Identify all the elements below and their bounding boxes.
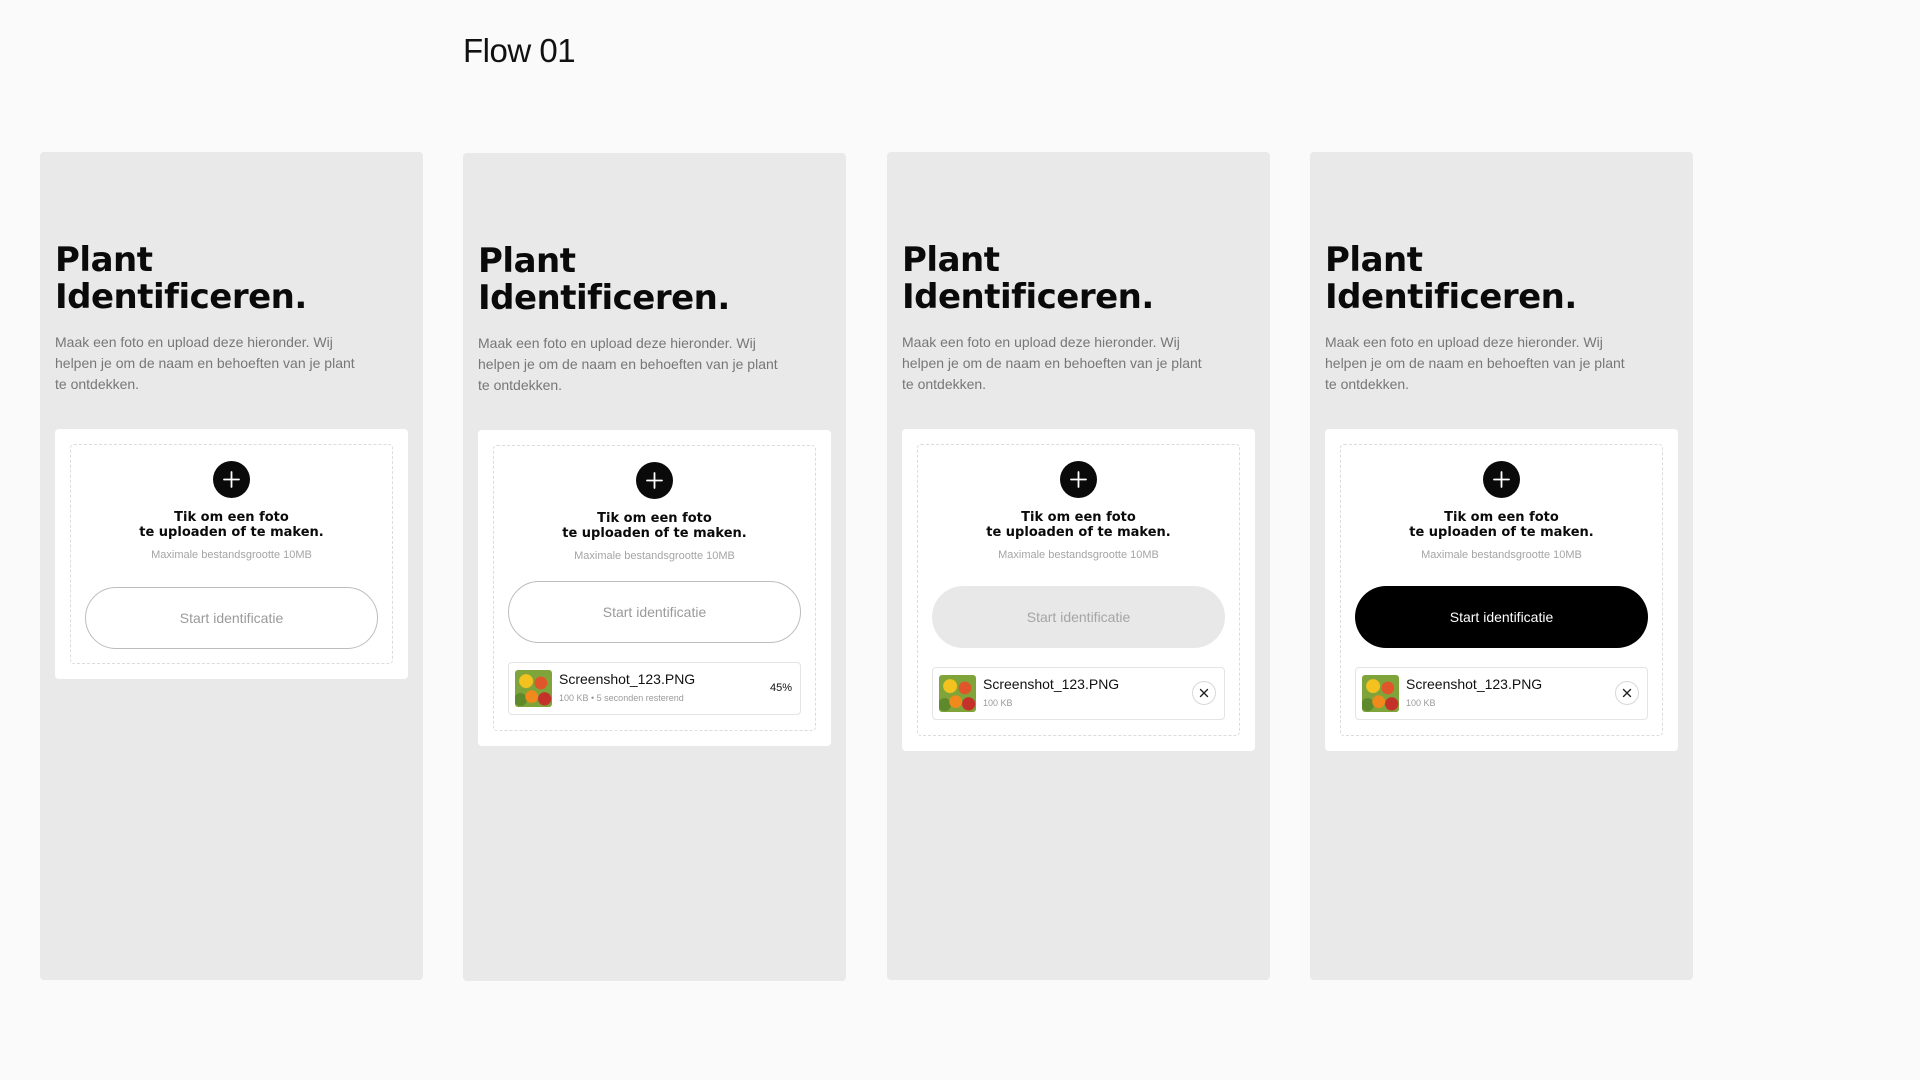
add-photo-button[interactable] [1060, 461, 1097, 498]
add-photo-button[interactable] [213, 461, 250, 498]
start-identification-button[interactable]: Start identificatie [932, 586, 1225, 648]
flow-title: Flow 01 [463, 32, 576, 69]
page-description: Maak een foto en upload deze hieronder. … [1325, 334, 1625, 392]
upload-dropzone[interactable]: Tik om een foto te uploaden of te maken.… [917, 444, 1240, 736]
remove-file-button[interactable] [1615, 681, 1639, 705]
title-line-2: Identificeren. [1325, 277, 1577, 317]
phone-screen-2: Plant Identificeren. Maak een foto en up… [463, 153, 846, 981]
max-file-size-hint: Maximale bestandsgrootte 10MB [151, 549, 312, 561]
file-thumbnail [939, 675, 976, 712]
plus-icon [646, 472, 663, 489]
page-description: Maak een foto en upload deze hieronder. … [55, 334, 355, 392]
add-photo-button[interactable] [636, 462, 673, 499]
remove-file-button[interactable] [1192, 681, 1216, 705]
phone-screen-4: Plant Identificeren. Maak een foto en up… [1310, 152, 1693, 980]
upload-instruction: Tik om een foto te uploaden of te maken. [1341, 510, 1662, 540]
phone-screen-3: Plant Identificeren. Maak een foto en up… [887, 152, 1270, 980]
title-line-2: Identificeren. [902, 277, 1154, 317]
upload-instruction: Tik om een foto te uploaden of te maken. [918, 510, 1239, 540]
title-line-1: Plant [55, 240, 153, 280]
start-identification-button[interactable]: Start identificatie [85, 587, 378, 649]
file-thumbnail [1362, 675, 1399, 712]
title-line-1: Plant [478, 241, 576, 281]
upload-progress-percent: 45% [769, 682, 792, 694]
start-identification-button[interactable]: Start identificatie [1355, 586, 1648, 648]
upload-instruction-line-1: Tik om een foto [597, 511, 712, 526]
page-title: Plant Identificeren. [478, 243, 730, 317]
title-line-1: Plant [902, 240, 1000, 280]
page-description: Maak een foto en upload deze hieronder. … [902, 334, 1202, 392]
close-icon [1622, 688, 1632, 698]
upload-dropzone[interactable]: Tik om een foto te uploaden of te maken.… [70, 444, 393, 664]
add-photo-button[interactable] [1483, 461, 1520, 498]
max-file-size-hint: Maximale bestandsgrootte 10MB [1421, 549, 1582, 561]
uploaded-file-item: Screenshot_123.PNG 100 KB [932, 667, 1225, 720]
upload-instruction-line-1: Tik om een foto [1444, 510, 1559, 525]
file-meta: 100 KB • 5 seconden resterend [559, 693, 684, 703]
upload-instruction-line-2: te uploaden of te maken. [139, 525, 324, 540]
upload-instruction: Tik om een foto te uploaden of te maken. [71, 510, 392, 540]
file-name: Screenshot_123.PNG [1406, 676, 1543, 692]
upload-instruction-line-2: te uploaden of te maken. [986, 525, 1171, 540]
close-icon [1199, 688, 1209, 698]
title-line-2: Identificeren. [55, 277, 307, 317]
page-title: Plant Identificeren. [902, 242, 1154, 316]
upload-instruction-line-1: Tik om een foto [1021, 510, 1136, 525]
upload-instruction-line-2: te uploaden of te maken. [1409, 525, 1594, 540]
upload-card: Tik om een foto te uploaden of te maken.… [478, 430, 831, 746]
plus-icon [223, 471, 240, 488]
title-line-1: Plant [1325, 240, 1423, 280]
upload-dropzone[interactable]: Tik om een foto te uploaden of te maken.… [1340, 444, 1663, 736]
max-file-size-hint: Maximale bestandsgrootte 10MB [574, 550, 735, 562]
page-description: Maak een foto en upload deze hieronder. … [478, 335, 778, 393]
file-name: Screenshot_123.PNG [983, 676, 1120, 692]
file-name: Screenshot_123.PNG [559, 671, 696, 687]
max-file-size-hint: Maximale bestandsgrootte 10MB [998, 549, 1159, 561]
start-identification-button[interactable]: Start identificatie [508, 581, 801, 643]
upload-instruction-line-2: te uploaden of te maken. [562, 526, 747, 541]
page-title: Plant Identificeren. [1325, 242, 1577, 316]
uploading-file-item: Screenshot_123.PNG 100 KB • 5 seconden r… [508, 662, 801, 715]
file-meta: 100 KB [1406, 698, 1436, 708]
page-title: Plant Identificeren. [55, 242, 307, 316]
plus-icon [1493, 471, 1510, 488]
file-meta: 100 KB [983, 698, 1013, 708]
file-thumbnail [515, 670, 552, 707]
upload-instruction: Tik om een foto te uploaden of te maken. [494, 511, 815, 541]
upload-card: Tik om een foto te uploaden of te maken.… [55, 429, 408, 679]
phone-screen-1: Plant Identificeren. Maak een foto en up… [40, 152, 423, 980]
uploaded-file-item: Screenshot_123.PNG 100 KB [1355, 667, 1648, 720]
upload-card: Tik om een foto te uploaden of te maken.… [902, 429, 1255, 751]
upload-dropzone[interactable]: Tik om een foto te uploaden of te maken.… [493, 445, 816, 731]
title-line-2: Identificeren. [478, 278, 730, 318]
upload-card: Tik om een foto te uploaden of te maken.… [1325, 429, 1678, 751]
plus-icon [1070, 471, 1087, 488]
upload-instruction-line-1: Tik om een foto [174, 510, 289, 525]
